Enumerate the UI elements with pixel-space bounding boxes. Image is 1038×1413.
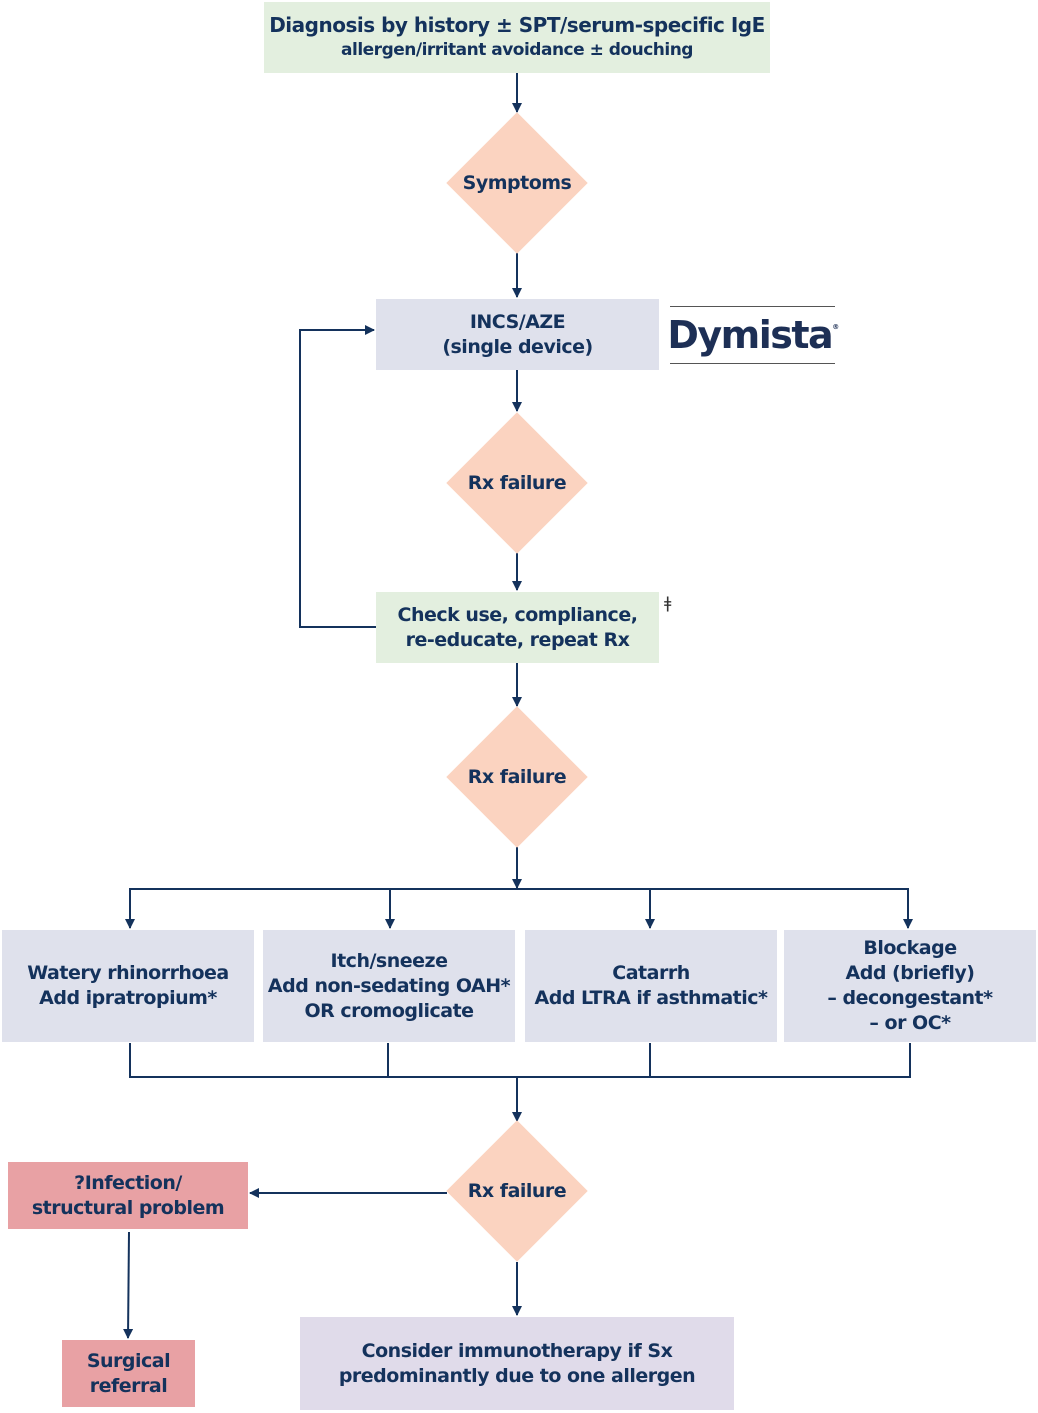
branch-text: Itch/sneeze xyxy=(330,949,448,972)
check-text-1: Check use, compliance, xyxy=(397,603,638,626)
incs-box: INCS/AZE (single device) xyxy=(376,299,659,370)
logo-text: Dymista xyxy=(667,313,833,357)
rx-failure-label: Rx failure xyxy=(467,766,567,788)
device-text: (single device) xyxy=(442,335,593,358)
rx-failure-decision-1: Rx failure xyxy=(447,413,587,553)
symptoms-label: Symptoms xyxy=(462,172,572,194)
branch-text: – or OC* xyxy=(869,1012,951,1034)
rx-failure-decision-3: Rx failure xyxy=(447,1121,587,1261)
branch-text: Add non-sedating OAH* xyxy=(267,974,511,997)
branch-text: Add ipratropium* xyxy=(39,987,217,1009)
rx-failure-decision-2: Rx failure xyxy=(447,707,587,847)
surgical-text-2: referral xyxy=(89,1374,168,1397)
infection-text-1: ?Infection/ xyxy=(74,1171,182,1194)
arrow-loop-check-incs xyxy=(299,325,376,628)
flowchart: Diagnosis by history ± SPT/serum-specifi… xyxy=(0,0,1038,1413)
diagnosis-text: Diagnosis by history ± SPT/serum-specifi… xyxy=(269,12,765,37)
branch-line xyxy=(129,888,909,928)
branch-text: Add LTRA if asthmatic* xyxy=(534,987,768,1009)
branch-text: Add (briefly) xyxy=(845,962,975,984)
check-box: Check use, compliance, re-educate, repea… xyxy=(376,592,659,663)
surgical-text-1: Surgical xyxy=(86,1349,171,1372)
branch-blockage: Blockage Add (briefly) – decongestant* –… xyxy=(784,930,1036,1042)
incs-text: INCS/AZE xyxy=(469,310,566,333)
dagger-footnote: ǂ xyxy=(664,593,672,612)
branch-itch: Itch/sneeze Add non-sedating OAH* OR cro… xyxy=(263,930,515,1042)
merge-line xyxy=(129,1043,911,1078)
branch-text: Blockage xyxy=(863,937,957,959)
rx-failure-label: Rx failure xyxy=(467,472,567,494)
immunotherapy-text-2: predominantly due to one allergen xyxy=(338,1364,696,1387)
immunotherapy-text-1: Consider immunotherapy if Sx xyxy=(361,1339,673,1362)
infection-box: ?Infection/ structural problem xyxy=(8,1162,248,1229)
dymista-logo: Dymista ® xyxy=(667,306,839,364)
rx-failure-label: Rx failure xyxy=(467,1180,567,1202)
branch-text: Catarrh xyxy=(612,962,690,984)
arrow-infection-surgical xyxy=(123,1231,134,1339)
registered-mark: ® xyxy=(832,323,839,331)
branch-text: Watery rhinorrhoea xyxy=(27,962,229,984)
branch-catarrh: Catarrh Add LTRA if asthmatic* xyxy=(525,930,777,1042)
avoidance-text: allergen/irritant avoidance ± douching xyxy=(341,39,693,60)
branch-text: OR cromoglicate xyxy=(304,999,474,1022)
branch-watery: Watery rhinorrhoea Add ipratropium* xyxy=(2,930,254,1042)
symptoms-decision: Symptoms xyxy=(447,113,587,253)
surgical-referral-box: Surgical referral xyxy=(62,1340,195,1407)
branch-text: – decongestant* xyxy=(827,987,993,1009)
infection-text-2: structural problem xyxy=(31,1196,225,1219)
immunotherapy-box: Consider immunotherapy if Sx predominant… xyxy=(300,1317,734,1410)
diagnosis-box: Diagnosis by history ± SPT/serum-specifi… xyxy=(264,2,770,73)
check-text-2: re-educate, repeat Rx xyxy=(405,628,630,651)
